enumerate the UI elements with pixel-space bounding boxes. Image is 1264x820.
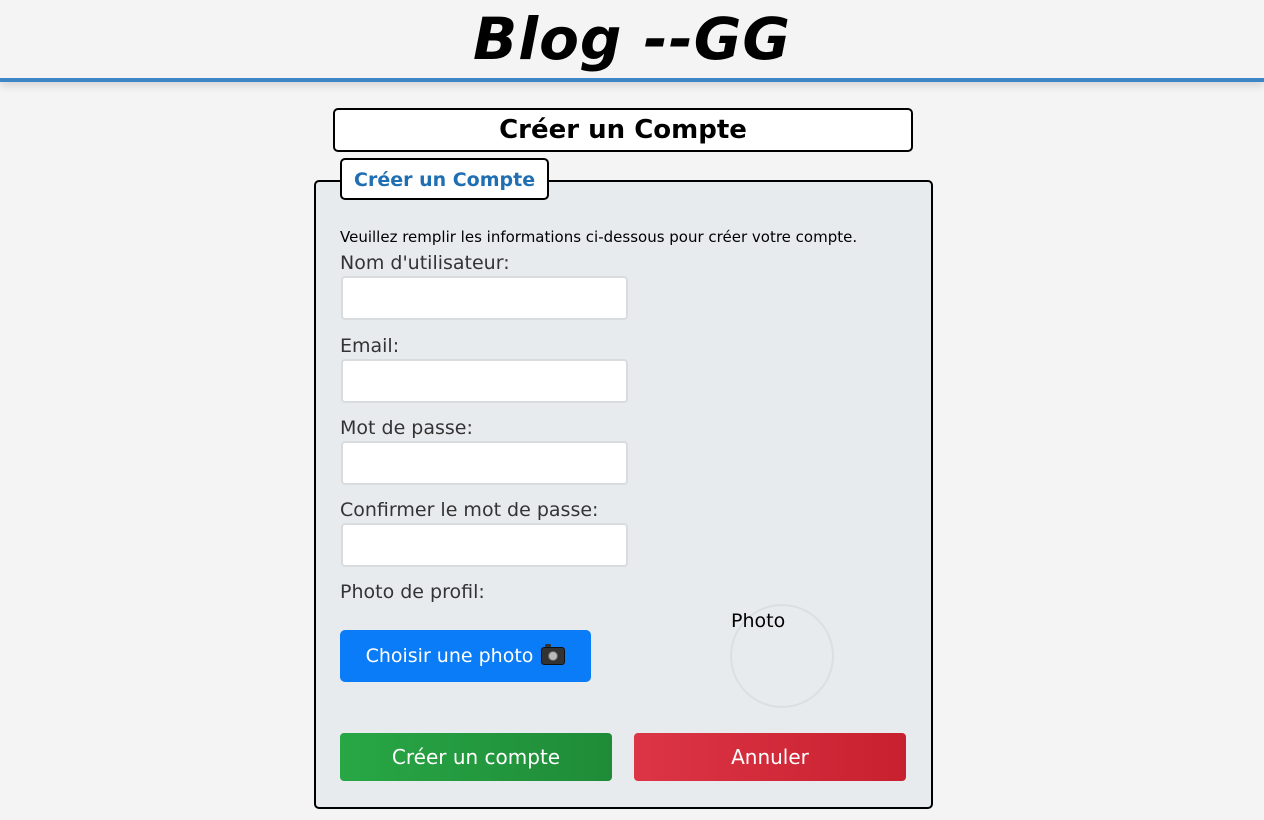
- password-input[interactable]: [341, 441, 628, 485]
- choose-photo-label: Choisir une photo: [365, 645, 534, 667]
- signup-form: [314, 180, 933, 809]
- page-title: Créer un Compte: [333, 108, 913, 152]
- username-label: Nom d'utilisateur:: [340, 252, 510, 274]
- email-label: Email:: [340, 335, 400, 357]
- site-header: Blog --GG: [0, 0, 1264, 82]
- cancel-button[interactable]: Annuler: [634, 733, 906, 781]
- confirm-password-input[interactable]: [341, 523, 628, 567]
- email-input[interactable]: [341, 359, 628, 403]
- form-intro-text: Veuillez remplir les informations ci-des…: [340, 228, 858, 246]
- camera-icon: [541, 644, 566, 665]
- profile-photo-label: Photo de profil:: [340, 581, 485, 603]
- confirm-password-label: Confirmer le mot de passe:: [340, 499, 599, 521]
- photo-preview-alt-text: Photo: [731, 610, 786, 632]
- password-label: Mot de passe:: [340, 417, 473, 439]
- site-title: Blog --GG: [472, 5, 791, 73]
- username-input[interactable]: [341, 276, 628, 320]
- form-legend: Créer un Compte: [340, 158, 550, 200]
- create-account-button[interactable]: Créer un compte: [340, 733, 612, 781]
- choose-photo-button[interactable]: Choisir une photo: [340, 630, 591, 682]
